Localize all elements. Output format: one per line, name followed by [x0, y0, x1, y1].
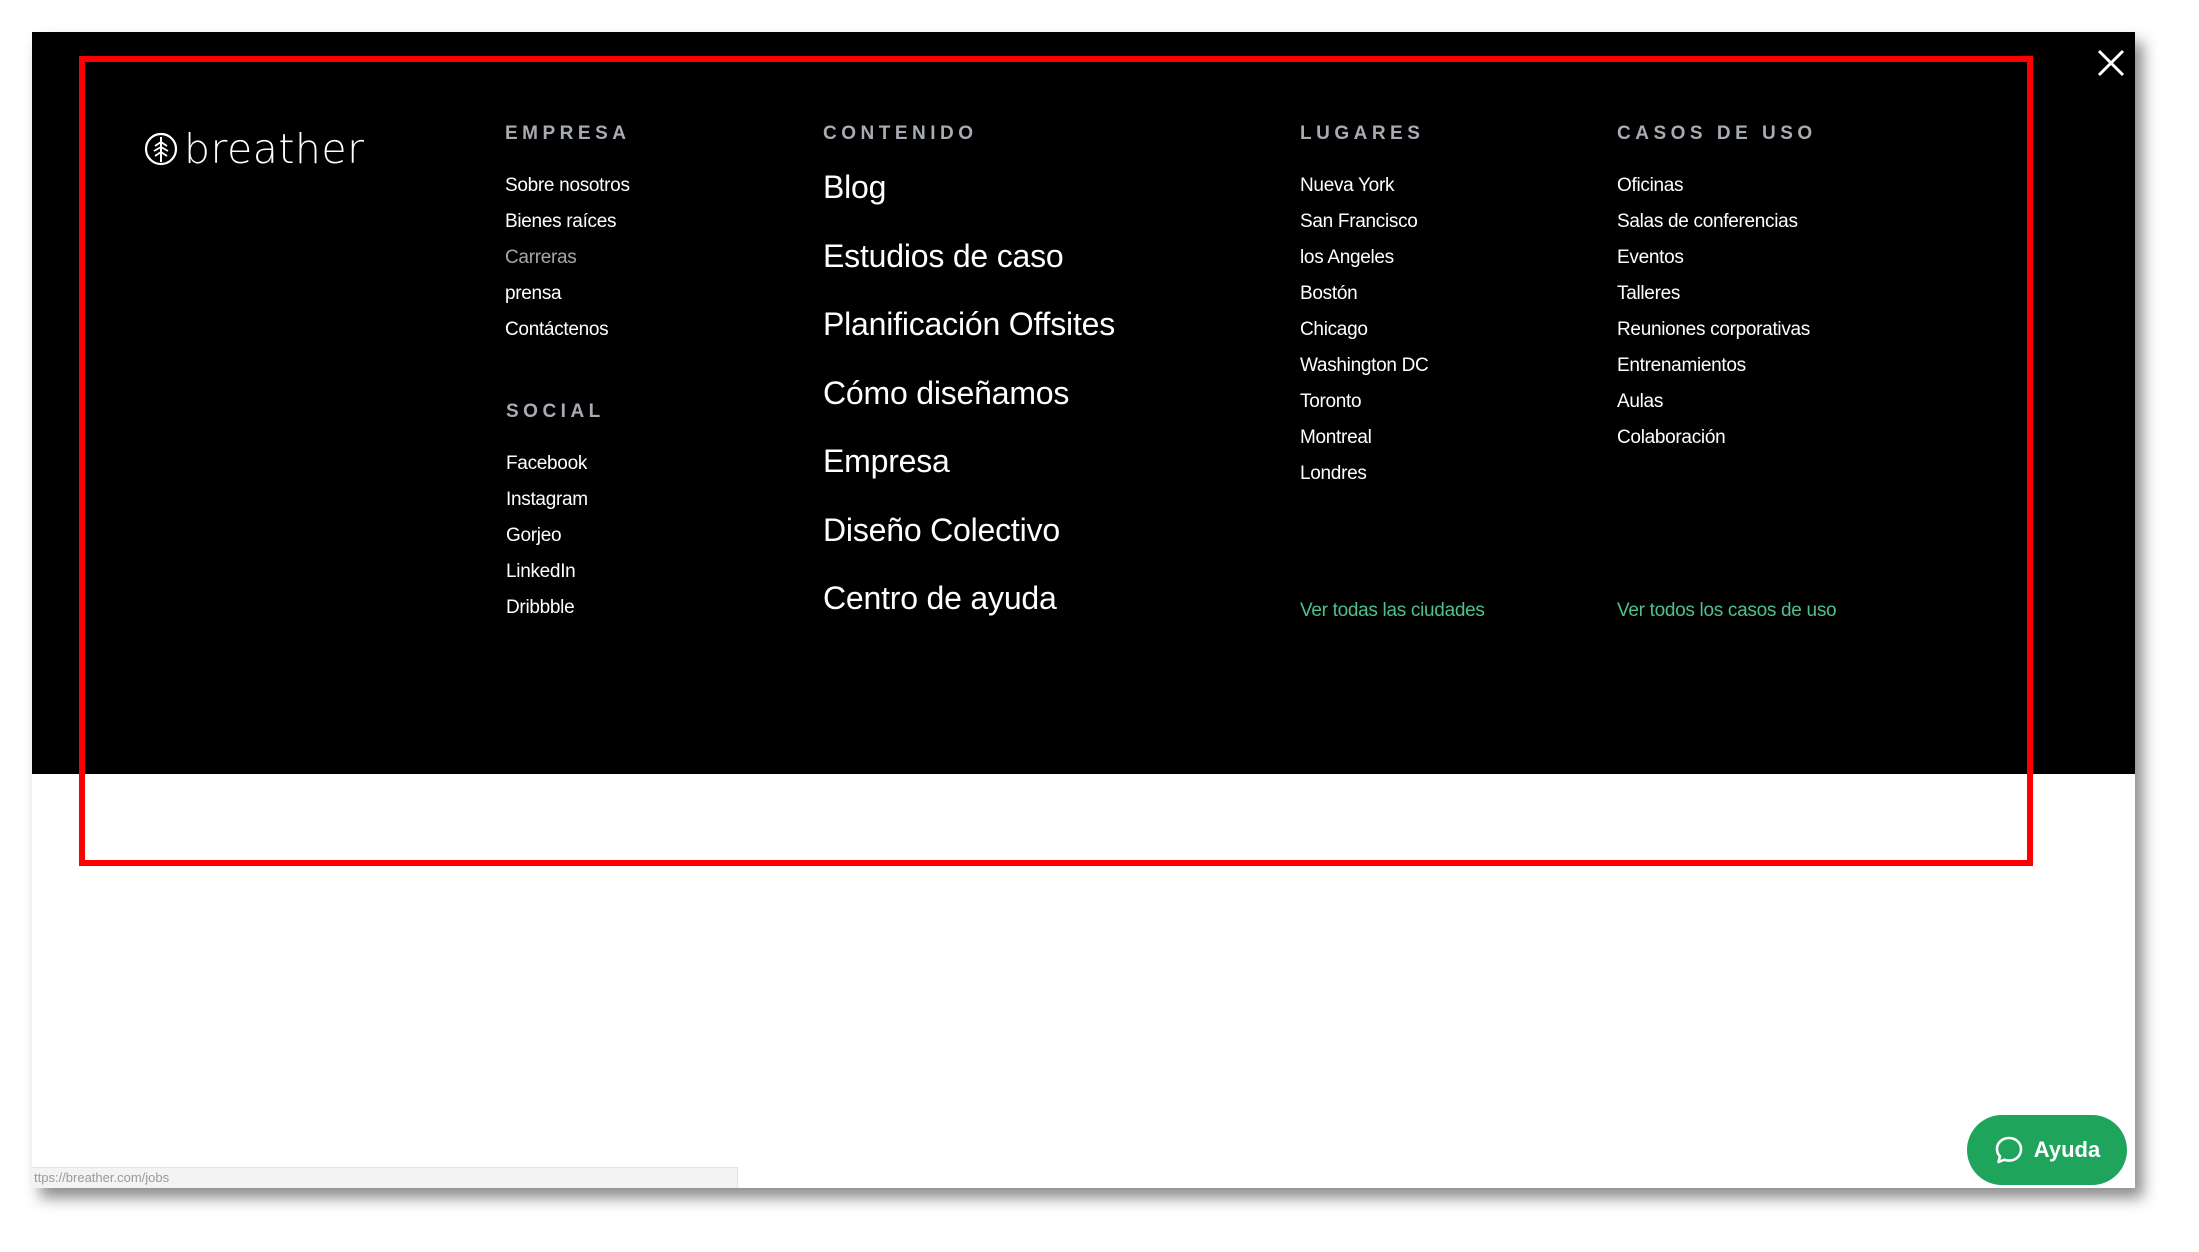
link-aulas[interactable]: Aulas [1617, 384, 1817, 420]
link-estudios-de-caso[interactable]: Estudios de caso [823, 222, 1115, 291]
logo-text: breather [184, 125, 365, 173]
link-reuniones-corporativas[interactable]: Reuniones corporativas [1617, 312, 1817, 348]
chat-bubble-icon [1995, 1136, 2023, 1164]
link-boston[interactable]: Bostón [1300, 276, 1428, 312]
contenido-list: Blog Estudios de caso Planificación Offs… [823, 153, 1115, 633]
link-talleres[interactable]: Talleres [1617, 276, 1817, 312]
link-washington-dc[interactable]: Washington DC [1300, 348, 1429, 384]
link-londres[interactable]: Londres [1300, 456, 1428, 492]
browser-viewport: breather EMPRESA Sobre nosotros Bienes r… [32, 32, 2135, 1188]
help-button[interactable]: Ayuda [1967, 1115, 2127, 1185]
link-gorjeo[interactable]: Gorjeo [506, 518, 605, 554]
link-eventos[interactable]: Eventos [1617, 240, 1817, 276]
casos-de-uso-list: Oficinas Salas de conferencias Eventos T… [1617, 168, 1817, 456]
casos-de-uso-column: CASOS DE USO Oficinas Salas de conferenc… [1617, 122, 1817, 456]
leaf-logo-icon [144, 132, 178, 166]
status-bar-url: ttps://breather.com/jobs [32, 1167, 738, 1188]
empresa-column: EMPRESA Sobre nosotros Bienes raíces Car… [505, 122, 630, 348]
contenido-heading: CONTENIDO [823, 123, 978, 144]
social-list: Facebook Instagram Gorjeo LinkedIn Dribb… [506, 446, 605, 626]
social-heading: SOCIAL [506, 401, 605, 422]
link-los-angeles[interactable]: los Angeles [1300, 240, 1428, 276]
link-diseno-colectivo[interactable]: Diseño Colectivo [823, 496, 1115, 565]
contenido-column: CONTENIDO Blog Estudios de caso Planific… [823, 122, 1115, 633]
link-empresa[interactable]: Empresa [823, 427, 1115, 496]
see-all-use-cases-link[interactable]: Ver todos los casos de uso [1617, 600, 1837, 622]
lugares-heading: LUGARES [1300, 123, 1425, 144]
link-colaboracion[interactable]: Colaboración [1617, 420, 1817, 456]
breather-logo[interactable]: breather [144, 124, 364, 174]
link-contactenos[interactable]: Contáctenos [505, 312, 630, 348]
empresa-list: Sobre nosotros Bienes raíces Carreras pr… [505, 168, 630, 348]
help-button-label: Ayuda [2033, 1137, 2101, 1162]
link-linkedin[interactable]: LinkedIn [506, 554, 605, 590]
link-carreras[interactable]: Carreras [505, 240, 630, 276]
social-column: SOCIAL Facebook Instagram Gorjeo LinkedI… [506, 400, 605, 626]
link-dribbble[interactable]: Dribbble [506, 590, 605, 626]
casos-de-uso-heading: CASOS DE USO [1617, 123, 1817, 144]
link-salas-de-conferencias[interactable]: Salas de conferencias [1617, 204, 1817, 240]
link-prensa[interactable]: prensa [505, 276, 630, 312]
link-san-francisco[interactable]: San Francisco [1300, 204, 1428, 240]
link-chicago[interactable]: Chicago [1300, 312, 1428, 348]
link-nueva-york[interactable]: Nueva York [1300, 168, 1428, 204]
see-all-cities-link[interactable]: Ver todas las ciudades [1300, 600, 1485, 622]
link-centro-de-ayuda[interactable]: Centro de ayuda [823, 564, 1115, 633]
link-como-disenamos[interactable]: Cómo diseñamos [823, 359, 1115, 428]
link-bienes-raices[interactable]: Bienes raíces [505, 204, 630, 240]
close-icon[interactable] [2094, 46, 2128, 80]
lugares-column: LUGARES Nueva York San Francisco los Ang… [1300, 122, 1429, 492]
link-planificacion-offsites[interactable]: Planificación Offsites [823, 290, 1115, 359]
lugares-list: Nueva York San Francisco los Angeles Bos… [1300, 168, 1429, 492]
link-blog[interactable]: Blog [823, 153, 1115, 222]
link-entrenamientos[interactable]: Entrenamientos [1617, 348, 1817, 384]
link-facebook[interactable]: Facebook [506, 446, 605, 482]
link-sobre-nosotros[interactable]: Sobre nosotros [505, 168, 630, 204]
link-oficinas[interactable]: Oficinas [1617, 168, 1817, 204]
link-instagram[interactable]: Instagram [506, 482, 605, 518]
empresa-heading: EMPRESA [505, 123, 631, 144]
link-montreal[interactable]: Montreal [1300, 420, 1428, 456]
link-toronto[interactable]: Toronto [1300, 384, 1428, 420]
menu-overlay: breather EMPRESA Sobre nosotros Bienes r… [32, 32, 2135, 774]
